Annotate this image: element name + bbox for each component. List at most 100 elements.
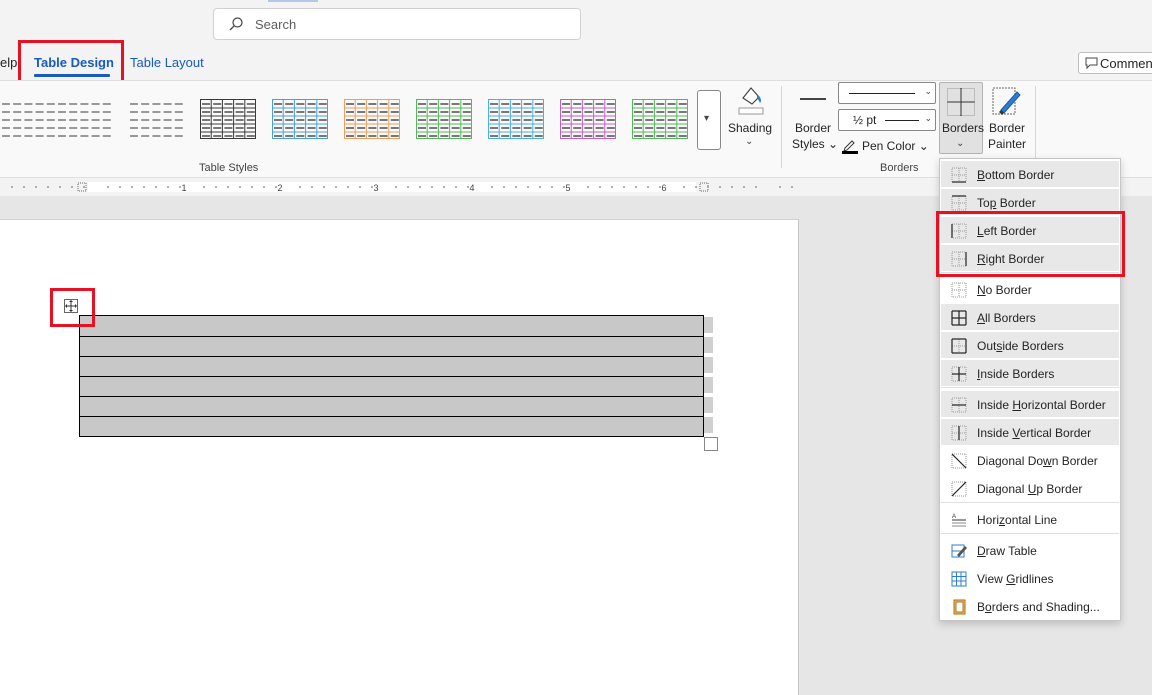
all-borders-icon xyxy=(951,310,967,326)
menu-item-label: Inside Borders xyxy=(977,367,1055,381)
menu-item-label: Diagonal Down Border xyxy=(977,454,1098,468)
chevron-down-icon: ⌄ xyxy=(956,138,965,149)
group-label-table-styles: Table Styles xyxy=(199,162,259,174)
ribbon-separator xyxy=(1035,86,1036,168)
menu-item-view-gridlines[interactable]: View Gridlines xyxy=(941,565,1119,591)
search-icon xyxy=(229,17,243,31)
comments-button[interactable]: Comments xyxy=(1078,52,1152,74)
menu-item-label: All Borders xyxy=(977,311,1036,325)
table-style-thumbnail[interactable] xyxy=(200,99,256,139)
line-style-dropdown[interactable]: ⌄ xyxy=(838,82,936,104)
chevron-down-icon: ⌄ xyxy=(924,113,932,123)
ruler-number: 5 xyxy=(565,183,570,193)
tab-help[interactable]: elp xyxy=(0,55,17,70)
menu-item-diagonal-down-border[interactable]: Diagonal Down Border xyxy=(941,447,1119,473)
bottom-border-icon xyxy=(951,167,967,183)
table-style-thumbnail[interactable] xyxy=(128,99,184,139)
table-style-thumbnail[interactable] xyxy=(632,99,688,139)
menu-item-label: Bottom Border xyxy=(977,168,1055,182)
paint-bucket-icon xyxy=(738,87,764,115)
menu-item-label: Inside Vertical Border xyxy=(977,426,1092,440)
ruler-number: 3 xyxy=(373,183,378,193)
inside-horizontal-border-icon xyxy=(951,397,967,413)
menu-item-all-borders[interactable]: All Borders xyxy=(941,304,1119,330)
menu-separator xyxy=(941,387,1119,388)
table-row-border xyxy=(80,376,703,377)
borders-button[interactable]: Borders ⌄ xyxy=(939,82,985,154)
menu-item-diagonal-up-border[interactable]: Diagonal Up Border xyxy=(941,475,1119,501)
menu-item-label: Borders and Shading... xyxy=(977,600,1100,614)
ruler-column-marker xyxy=(699,182,709,192)
chevron-down-icon: ⌄ xyxy=(924,86,932,96)
table-style-thumbnail[interactable] xyxy=(0,99,56,139)
row-end-mark xyxy=(704,397,713,413)
table-style-thumbnail[interactable] xyxy=(416,99,472,139)
row-end-mark xyxy=(704,377,713,393)
table-style-thumbnail[interactable] xyxy=(272,99,328,139)
comments-label: Comments xyxy=(1100,56,1152,71)
row-end-mark xyxy=(704,417,713,433)
border-painter-icon xyxy=(992,87,1021,115)
ruler-column-marker xyxy=(77,182,87,192)
border-style-line-icon xyxy=(800,98,826,100)
menu-item-label: No Border xyxy=(977,283,1032,297)
diagonal-down-border-icon xyxy=(951,453,967,469)
table-style-thumbnail[interactable] xyxy=(56,99,112,139)
document-page[interactable] xyxy=(0,219,799,695)
menu-item-label: Outside Borders xyxy=(977,339,1064,353)
borders-icon xyxy=(947,88,975,116)
chevron-down-icon: ▾ xyxy=(704,113,710,124)
border-styles-label: Border xyxy=(795,121,832,135)
table-row-end-marks xyxy=(704,317,713,433)
highlight-box-table-handle xyxy=(50,288,95,327)
menu-item-inside-horizontal-border[interactable]: Inside Horizontal Border xyxy=(941,391,1119,417)
pen-color-button[interactable]: Pen Color ⌄ xyxy=(842,138,938,156)
table-style-thumbnail[interactable] xyxy=(560,99,616,139)
ruler-number: 6 xyxy=(661,183,666,193)
border-styles-label: Styles ⌄ xyxy=(792,137,839,151)
menu-item-label: Draw Table xyxy=(977,544,1037,558)
table-style-thumbnail[interactable] xyxy=(488,99,544,139)
borders-label: Borders xyxy=(942,121,985,135)
diagonal-up-border-icon xyxy=(951,481,967,497)
tab-table-layout[interactable]: Table Layout xyxy=(130,55,204,70)
ruler-number: 4 xyxy=(469,183,474,193)
search-box[interactable]: Search xyxy=(213,8,581,40)
table-style-thumbnail[interactable] xyxy=(344,99,400,139)
top-border-icon xyxy=(951,195,967,211)
line-weight-dropdown[interactable]: ½ pt ⌄ xyxy=(838,109,936,131)
search-placeholder: Search xyxy=(255,17,297,32)
border-painter-label: Border xyxy=(989,121,1026,135)
view-gridlines-icon xyxy=(951,571,967,587)
row-end-mark xyxy=(704,317,713,333)
comment-icon xyxy=(1085,57,1098,69)
menu-item-bottom-border[interactable]: Bottom Border xyxy=(941,161,1119,187)
no-border-icon xyxy=(951,282,967,298)
ruler-number: 1 xyxy=(181,183,186,193)
row-end-mark xyxy=(704,337,713,353)
menu-item-draw-table[interactable]: Draw Table xyxy=(941,537,1119,563)
menu-item-no-border[interactable]: No Border xyxy=(941,276,1119,302)
menu-item-label: Inside Horizontal Border xyxy=(977,398,1106,412)
outside-borders-icon xyxy=(951,338,967,354)
inside-borders-icon xyxy=(951,366,967,382)
menu-item-outside-borders[interactable]: Outside Borders xyxy=(941,332,1119,358)
table-row-border xyxy=(80,396,703,397)
menu-item-borders-and-shading[interactable]: Borders and Shading... xyxy=(941,593,1119,619)
menu-item-inside-borders[interactable]: Inside Borders xyxy=(941,360,1119,386)
line-weight-preview xyxy=(885,120,919,121)
document-table[interactable] xyxy=(79,315,704,437)
menu-separator xyxy=(941,502,1119,503)
row-end-mark xyxy=(704,357,713,373)
pen-color-icon xyxy=(842,140,858,154)
horizontal-line-icon: A xyxy=(951,512,967,528)
window-accent-line xyxy=(268,0,318,2)
highlight-box-left-right-border xyxy=(936,211,1125,277)
table-resize-handle[interactable] xyxy=(704,437,718,451)
menu-item-horizontal-line[interactable]: A Horizontal Line xyxy=(941,506,1119,532)
svg-text:A: A xyxy=(952,514,956,520)
gallery-more-button[interactable]: ▾ xyxy=(697,90,721,150)
draw-table-icon xyxy=(951,543,967,559)
line-weight-value: ½ pt xyxy=(853,113,877,127)
menu-item-inside-vertical-border[interactable]: Inside Vertical Border xyxy=(941,419,1119,445)
